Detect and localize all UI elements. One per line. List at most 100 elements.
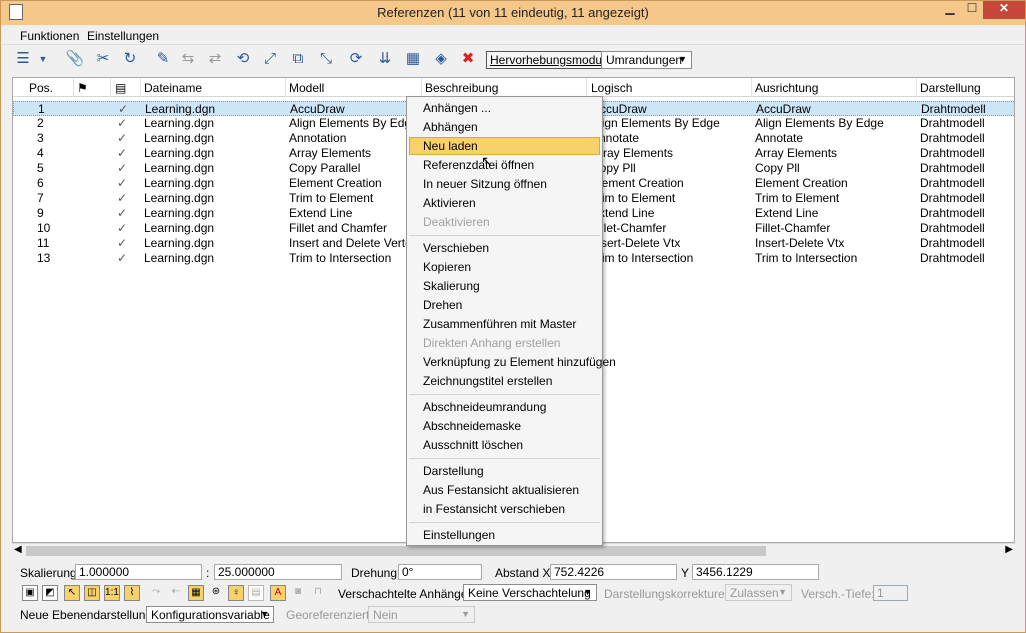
annotation-icon[interactable]: A	[270, 585, 286, 601]
menu-item-zeichnungstitel-erstellen[interactable]: Zeichnungstitel erstellen	[409, 372, 600, 390]
raster-icon: ▤	[248, 585, 264, 601]
col-display[interactable]: Darstellung	[920, 81, 981, 95]
cell-filename: Learning.dgn	[144, 176, 215, 190]
cell-display: Drahtmodell	[920, 191, 985, 205]
menu-item-verknüpfung-zu-element-hinzufügen[interactable]: Verknüpfung zu Element hinzufügen	[409, 353, 616, 371]
file-icon[interactable]: ▤	[115, 81, 126, 95]
menu-separator	[409, 458, 600, 459]
scroll-thumb[interactable]	[26, 546, 766, 556]
georef-select: Nein ▼	[368, 606, 475, 623]
menu-item-deaktivieren: Deaktivieren	[423, 215, 490, 229]
menu-item-aktivieren[interactable]: Aktivieren	[409, 194, 600, 212]
menu-item-drehen[interactable]: Drehen	[409, 296, 600, 314]
merge-icon[interactable]: ⇊	[375, 49, 395, 69]
cell-pos: 7	[37, 191, 44, 205]
cell-display: Drahtmodell	[920, 161, 985, 175]
highlight-mode-button[interactable]: Hervorhebungsmodus:	[486, 51, 616, 69]
pointer-icon[interactable]: ▣	[22, 585, 38, 601]
cell-filename: Learning.dgn	[144, 191, 215, 205]
menu-item-ausschnitt-löschen[interactable]: Ausschnitt löschen	[409, 436, 600, 454]
cell-orientation: AccuDraw	[756, 102, 811, 116]
snap-icon[interactable]: ↖	[64, 585, 80, 601]
globe-icon[interactable]: ⊛	[208, 585, 224, 601]
detach-icon[interactable]: ✂	[93, 49, 113, 69]
display-icon[interactable]: ◩	[42, 585, 58, 601]
georef-value: Nein	[373, 608, 398, 622]
menu-item-abhängen[interactable]: Abhängen	[409, 118, 600, 136]
level-display-label: Neue Ebenendarstellung:	[20, 608, 156, 622]
col-logical[interactable]: Logisch	[591, 81, 632, 95]
rotation-input[interactable]: 0°	[398, 564, 482, 580]
col-orientation[interactable]: Ausrichtung	[755, 81, 818, 95]
mask-icon[interactable]: ◈	[431, 49, 451, 69]
menu-item-referenzdatei-öffnen[interactable]: Referenzdatei öffnen	[409, 156, 600, 174]
close-button[interactable]: ✕	[983, 1, 1025, 19]
line-style-icon[interactable]: ⌇	[124, 585, 140, 601]
cell-display: Drahtmodell	[921, 102, 986, 116]
col-filename[interactable]: Dateiname	[144, 81, 202, 95]
scale-input-2[interactable]: 25.000000	[214, 564, 342, 580]
col-description[interactable]: Beschreibung	[425, 81, 498, 95]
level-display-select[interactable]: Konfigurationsvariable ▼	[146, 606, 274, 623]
cell-model: AccuDraw	[290, 102, 345, 116]
copy-icon[interactable]: ⧉	[288, 49, 308, 69]
flag-icon[interactable]: ⚑	[77, 81, 88, 95]
highlight-mode-value: Umrandungen	[606, 53, 683, 67]
exchange-icon[interactable]: ⟲	[233, 49, 253, 69]
col-model[interactable]: Modell	[289, 81, 324, 95]
menu-item-in-festansicht-verschieben[interactable]: in Festansicht verschieben	[409, 500, 600, 518]
cell-orientation: Copy Pll	[755, 161, 800, 175]
menu-separator	[409, 522, 600, 523]
bulb-icon[interactable]: ♀	[228, 585, 244, 601]
scroll-right-icon[interactable]: ▶	[1005, 544, 1013, 555]
reload-icon[interactable]: ↻	[120, 49, 140, 69]
menu-item-zusammenführen-mit-master[interactable]: Zusammenführen mit Master	[409, 315, 600, 333]
check-icon: ✓	[117, 206, 128, 220]
menu-item-neu-laden[interactable]: Neu laden	[409, 137, 600, 155]
cell-model: Extend Line	[289, 206, 353, 220]
nested-select[interactable]: Keine Verschachtelung ▼	[463, 584, 597, 601]
cell-pos: 2	[37, 116, 44, 130]
offset-x-input[interactable]: 752.4226	[550, 564, 677, 580]
true-scale-icon[interactable]: 1:1	[104, 585, 120, 601]
scale-input-1[interactable]: 1.000000	[75, 564, 202, 580]
offset-y-input[interactable]: 3456.1229	[692, 564, 819, 580]
scroll-left-icon[interactable]: ◀	[14, 544, 22, 555]
menu-item-skalierung[interactable]: Skalierung	[409, 277, 600, 295]
check-icon: ✓	[117, 191, 128, 205]
col-pos[interactable]: Pos.	[29, 81, 53, 95]
menu-item-abschneideumrandung[interactable]: Abschneideumrandung	[409, 398, 600, 416]
menu-item-kopieren[interactable]: Kopieren	[409, 258, 600, 276]
grid-icon[interactable]: ▦	[188, 585, 204, 601]
attach-icon[interactable]: 📎	[65, 49, 85, 69]
menu-item-in-neuer-sitzung-öffnen[interactable]: In neuer Sitzung öffnen	[409, 175, 600, 193]
scale-icon[interactable]: ⤡	[316, 49, 336, 69]
list-view-icon[interactable]: ☰	[13, 49, 33, 69]
scale-colon: :	[206, 566, 210, 580]
dropdown-arrow-icon[interactable]: ▼	[33, 49, 53, 69]
tool-icon[interactable]: ✎	[153, 49, 173, 69]
minimize-button[interactable]: ▁	[941, 1, 959, 17]
clip-icon[interactable]: ▦	[403, 49, 423, 69]
cell-filename: Learning.dgn	[144, 116, 215, 130]
menu-item-verschieben[interactable]: Verschieben	[409, 239, 600, 257]
menu-item-darstellung[interactable]: Darstellung	[409, 462, 600, 480]
nested-label: Verschachtelte Anhänge:	[338, 587, 471, 601]
menu-einstellungen[interactable]: Einstellungen	[87, 29, 159, 43]
rotate-icon[interactable]: ⟳	[346, 49, 366, 69]
check-icon: ✓	[117, 176, 128, 190]
offset-x-label: Abstand X	[495, 566, 551, 580]
highlight-mode-select[interactable]: Umrandungen ▼	[601, 51, 692, 69]
menu-item-einstellungen[interactable]: Einstellungen	[409, 526, 600, 544]
locate-icon[interactable]: ◫	[84, 585, 100, 601]
menu-funktionen[interactable]: Funktionen	[20, 29, 79, 43]
menu-item-abschneidemaske[interactable]: Abschneidemaske	[409, 417, 600, 435]
delete-clip-icon[interactable]: ✖	[458, 49, 478, 69]
cell-pos: 13	[37, 251, 51, 265]
menu-item-anhängen[interactable]: Anhängen ...	[409, 99, 600, 117]
menu-item-aus-festansicht-aktualisieren[interactable]: Aus Festansicht aktualisieren	[409, 481, 600, 499]
cell-filename: Learning.dgn	[144, 146, 215, 160]
maximize-button[interactable]: ☐	[963, 1, 981, 17]
move-icon[interactable]: ⤢	[260, 49, 280, 69]
corrections-label: Darstellungskorrekturen:	[604, 587, 735, 601]
